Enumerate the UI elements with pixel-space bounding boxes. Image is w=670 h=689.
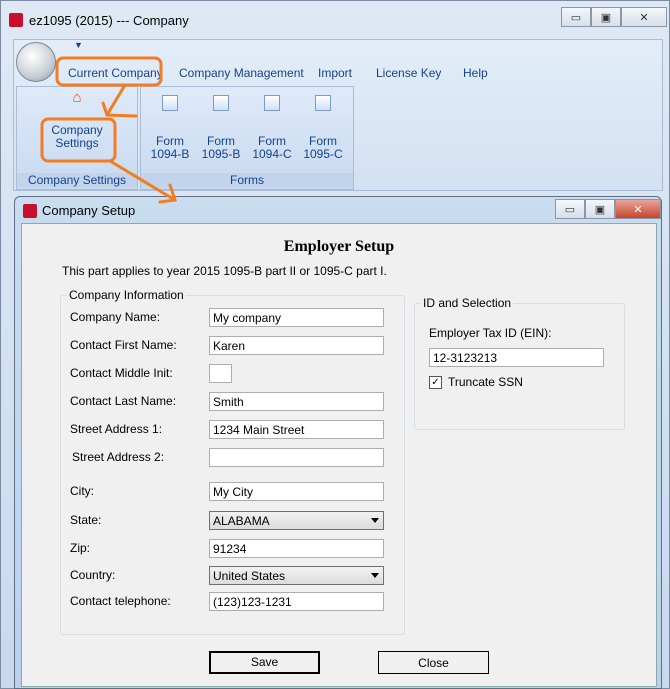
annotation-box-current-company [55, 56, 163, 87]
annotation-overlay [40, 56, 177, 204]
annotation-arrow-2 [108, 159, 177, 204]
annotation-arrow-1 [101, 83, 138, 118]
annotation-box-company-settings [40, 117, 117, 163]
